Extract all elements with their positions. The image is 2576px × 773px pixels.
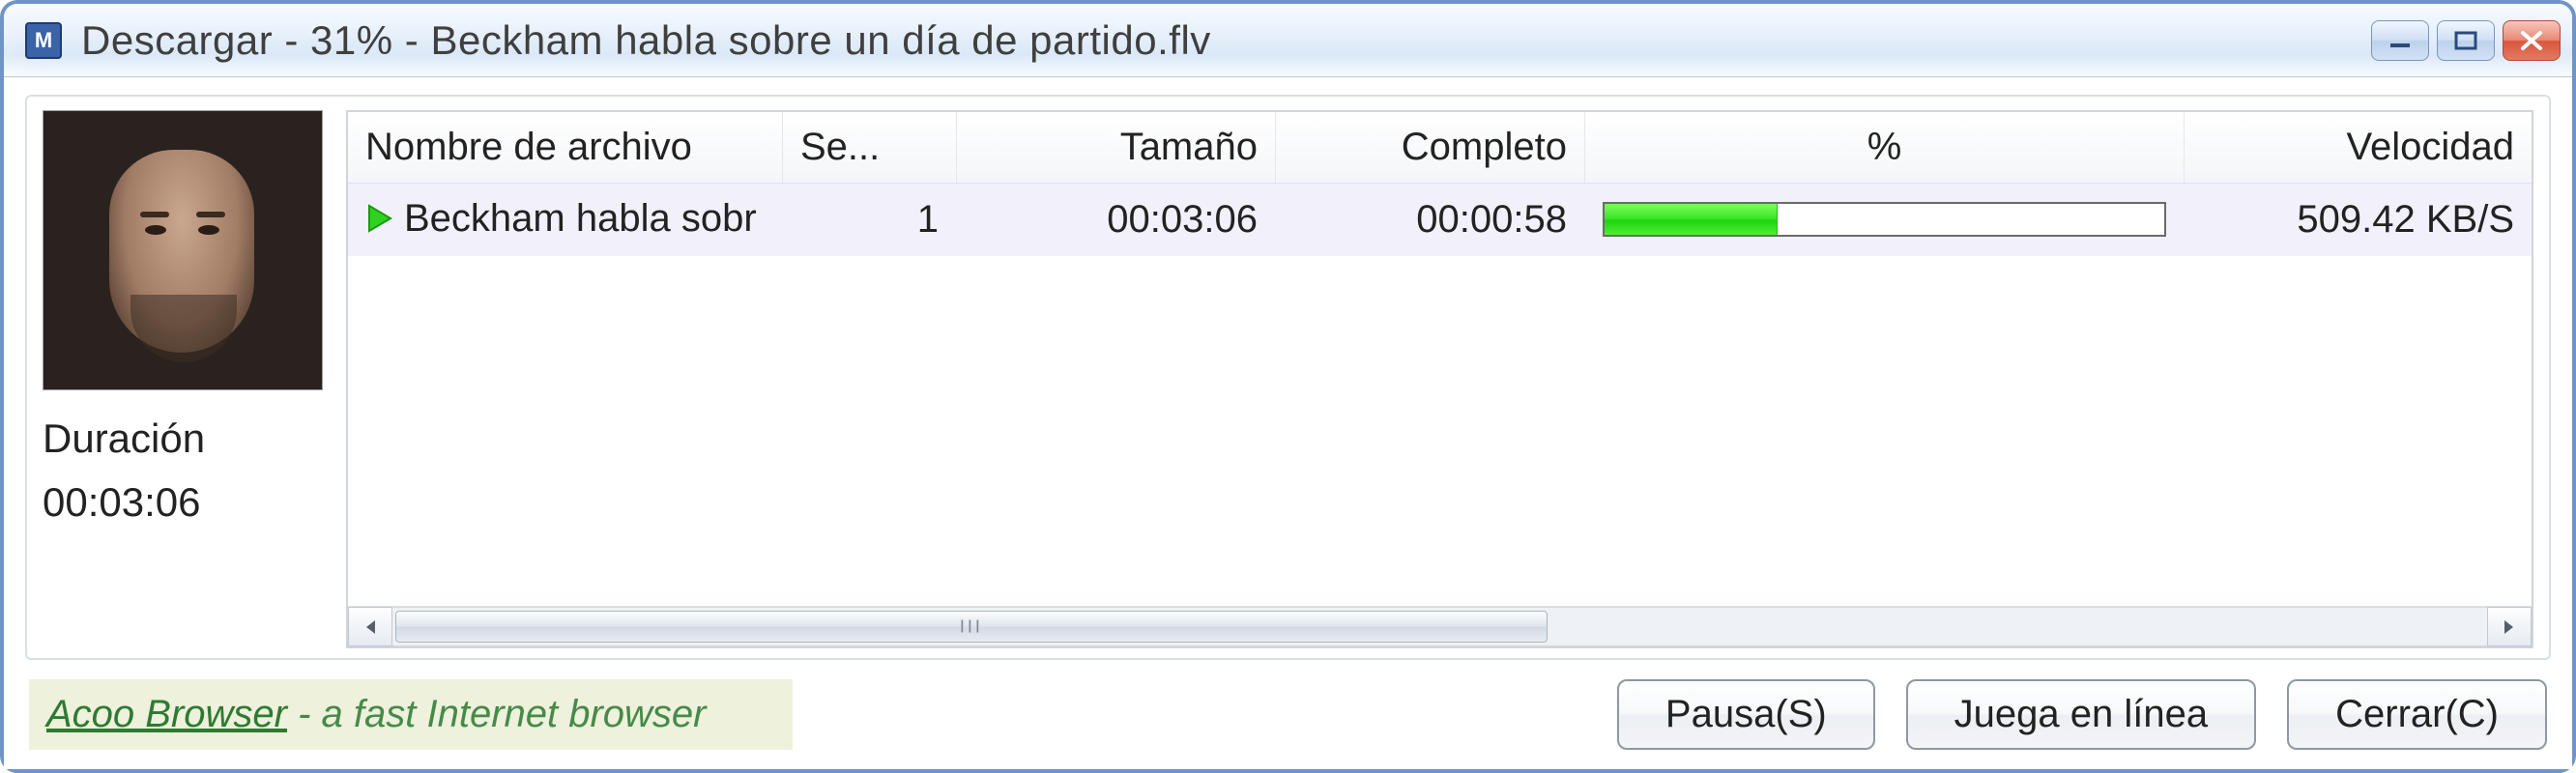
maximize-icon	[2452, 30, 2479, 51]
play-icon	[365, 199, 394, 243]
cell-filename-text: Beckham habla sobr	[404, 197, 757, 240]
header-complete[interactable]: Completo	[1276, 112, 1585, 183]
pause-button[interactable]: Pausa(S)	[1617, 679, 1875, 750]
chevron-right-icon	[2503, 618, 2516, 636]
minimize-icon	[2387, 31, 2414, 50]
content-panel: Duración 00:03:06 Nombre de archivo Se..…	[25, 95, 2551, 660]
cell-section: 1	[783, 185, 957, 255]
progress-fill	[1605, 204, 1778, 235]
cell-complete: 00:00:58	[1276, 185, 1585, 255]
client-area: Duración 00:03:06 Nombre de archivo Se..…	[4, 77, 2572, 769]
cell-filename: Beckham habla sobr	[348, 184, 783, 256]
cell-speed: 509.42 KB/S	[2185, 185, 2532, 255]
footer: Acoo Browser - a fast Internet browser P…	[25, 679, 2551, 750]
right-column: Nombre de archivo Se... Tamaño Completo …	[346, 110, 2533, 648]
horizontal-scrollbar[interactable]: III	[348, 606, 2532, 646]
ad-link[interactable]: Acoo Browser	[46, 693, 287, 735]
minimize-button[interactable]	[2371, 20, 2429, 61]
scroll-right-button[interactable]	[2487, 607, 2532, 646]
chevron-left-icon	[363, 618, 377, 636]
cell-size: 00:03:06	[957, 185, 1276, 255]
close-button[interactable]: Cerrar(C)	[2287, 679, 2547, 750]
close-window-button[interactable]	[2503, 20, 2561, 61]
progress-bar	[1603, 202, 2166, 237]
scroll-track[interactable]: III	[392, 607, 2487, 646]
header-size[interactable]: Tamaño	[957, 112, 1276, 183]
header-percent[interactable]: %	[1585, 112, 2185, 183]
close-icon	[2519, 30, 2544, 51]
table-row[interactable]: Beckham habla sobr 1 00:03:06 00:00:58 5…	[348, 184, 2532, 256]
scroll-thumb[interactable]: III	[395, 611, 1548, 643]
list-body: Beckham habla sobr 1 00:03:06 00:00:58 5…	[348, 184, 2532, 606]
download-list[interactable]: Nombre de archivo Se... Tamaño Completo …	[346, 110, 2533, 648]
cell-percent	[1585, 188, 2185, 250]
scroll-left-button[interactable]	[348, 607, 392, 646]
play-online-button[interactable]: Juega en línea	[1906, 679, 2256, 750]
ad-rest: - a fast Internet browser	[287, 693, 707, 735]
video-thumbnail	[43, 110, 323, 390]
app-icon: M	[25, 22, 62, 59]
window-controls	[2371, 20, 2561, 61]
header-section[interactable]: Se...	[783, 112, 957, 183]
download-window: M Descargar - 31% - Beckham habla sobre …	[0, 0, 2576, 773]
titlebar[interactable]: M Descargar - 31% - Beckham habla sobre …	[4, 4, 2572, 77]
duration-value: 00:03:06	[43, 479, 323, 526]
duration-label: Duración	[43, 415, 323, 462]
left-column: Duración 00:03:06	[43, 110, 323, 648]
header-speed[interactable]: Velocidad	[2185, 112, 2532, 183]
header-filename[interactable]: Nombre de archivo	[348, 112, 783, 183]
ad-banner: Acoo Browser - a fast Internet browser	[29, 679, 793, 750]
window-title: Descargar - 31% - Beckham habla sobre un…	[81, 17, 2371, 64]
maximize-button[interactable]	[2437, 20, 2495, 61]
list-header[interactable]: Nombre de archivo Se... Tamaño Completo …	[348, 112, 2532, 184]
